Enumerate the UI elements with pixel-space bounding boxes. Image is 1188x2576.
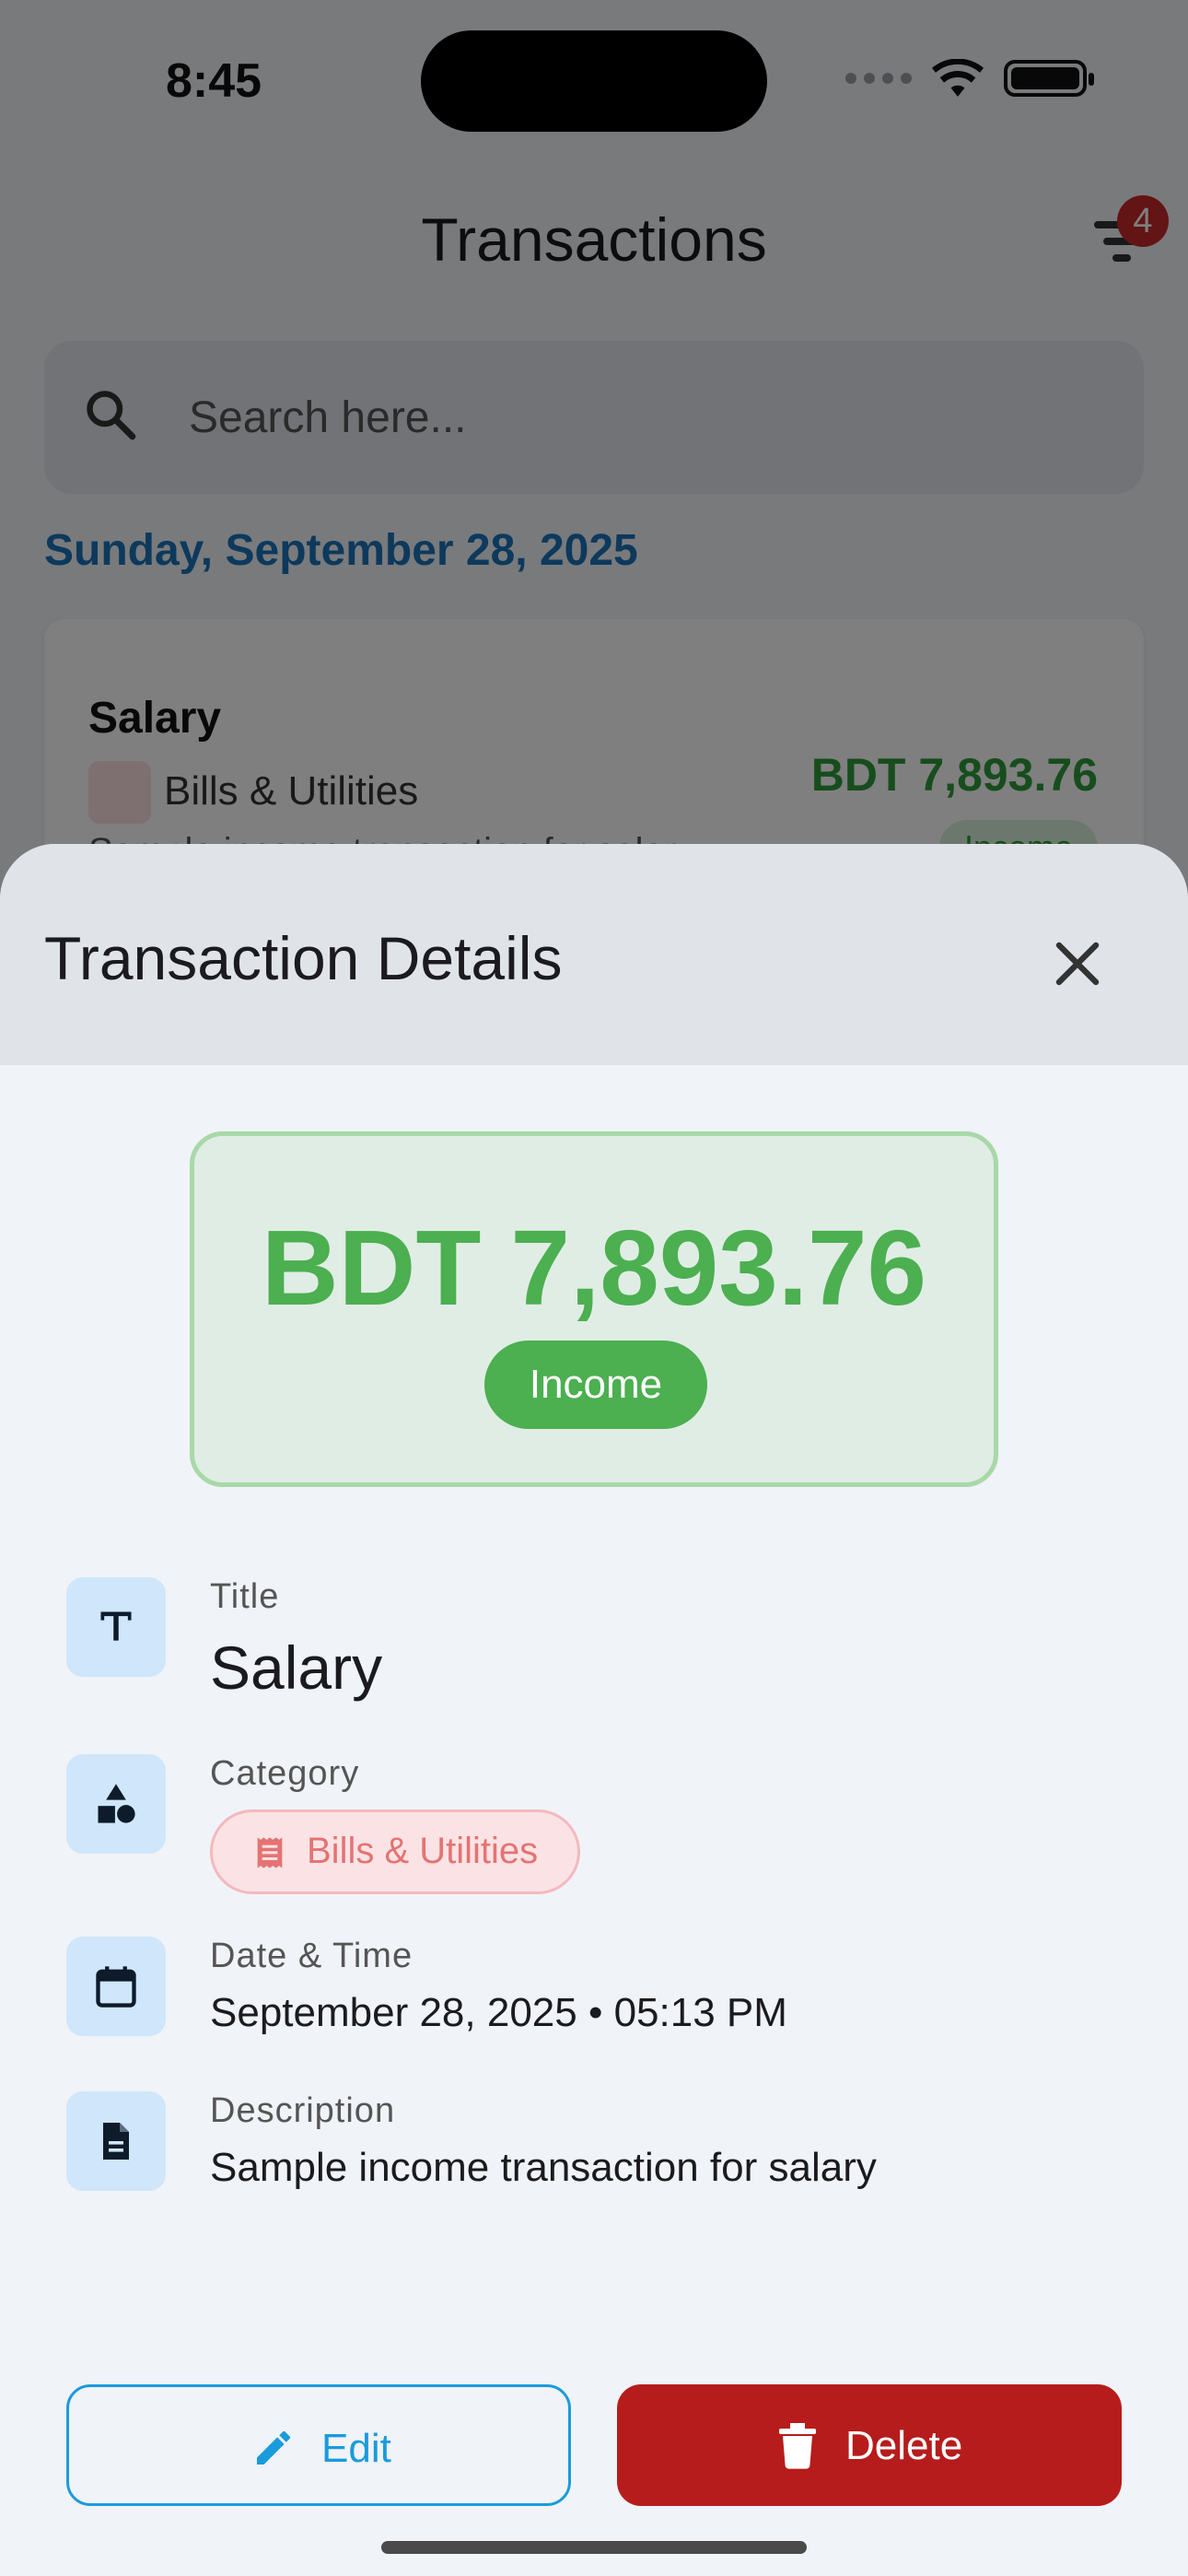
- category-chip: Bills & Utilities: [210, 1809, 580, 1894]
- trash-icon: [779, 2423, 816, 2469]
- transaction-details-sheet: Transaction Details BDT 7,893.76 Income …: [0, 844, 1188, 2576]
- category-label: Category: [210, 1754, 360, 1793]
- delete-button-label: Delete: [845, 2423, 963, 2468]
- close-icon[interactable]: [1041, 927, 1114, 1001]
- category-chip-label: Bills & Utilities: [307, 1831, 539, 1871]
- datetime-label: Date & Time: [210, 1937, 413, 1975]
- title-value: Salary: [210, 1633, 383, 1702]
- description-value: Sample income transaction for salary: [210, 2145, 877, 2190]
- title-icon: [66, 1577, 166, 1677]
- document-icon: [66, 2091, 166, 2191]
- pencil-icon: [257, 2430, 290, 2465]
- type-badge: Income: [484, 1341, 707, 1429]
- description-label: Description: [210, 2091, 396, 2130]
- category-icon: [66, 1754, 166, 1854]
- edit-button-label: Edit: [321, 2426, 391, 2471]
- datetime-value: September 28, 2025 • 05:13 PM: [210, 1990, 787, 2035]
- calendar-icon: [66, 1937, 166, 2036]
- home-indicator[interactable]: [381, 2541, 807, 2554]
- title-label: Title: [210, 1577, 280, 1616]
- amount-value: BDT 7,893.76: [261, 1208, 927, 1328]
- sheet-title: Transaction Details: [44, 924, 563, 992]
- amount-card: BDT 7,893.76 Income: [190, 1131, 998, 1487]
- receipt-icon: [257, 1837, 283, 1868]
- delete-button[interactable]: Delete: [617, 2384, 1122, 2506]
- sheet-header: Transaction Details: [0, 844, 1188, 1065]
- edit-button[interactable]: Edit: [66, 2384, 571, 2506]
